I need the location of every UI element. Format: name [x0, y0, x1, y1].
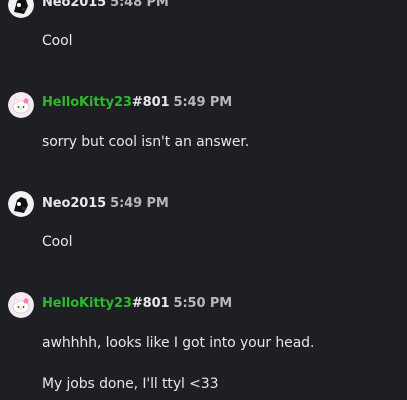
message-author-line: Neo2015 5:49 PM — [42, 196, 169, 211]
message-author-line: HelloKitty23#801 5:49 PM — [42, 95, 232, 110]
message-timestamp: 5:49 PM — [173, 95, 233, 110]
message-timestamp: 5:50 PM — [173, 296, 233, 311]
hellokitty-avatar-icon[interactable] — [8, 292, 34, 318]
message-text: awhhhh, looks like I got into your head. — [42, 335, 315, 351]
message-text: My jobs done, I'll ttyl <33 — [42, 376, 219, 392]
message-header: Neo2015 5:48 PM — [0, 0, 407, 24]
message-header: HelloKitty23#801 5:50 PM — [0, 287, 407, 323]
neo-avatar-icon[interactable] — [8, 191, 34, 217]
message-text: sorry but cool isn't an answer. — [42, 134, 250, 150]
message-author-line: Neo2015 5:48 PM — [42, 0, 169, 10]
author-username[interactable]: Neo2015 — [42, 196, 106, 211]
message-header: Neo2015 5:49 PM — [0, 187, 407, 223]
author-discriminator: #801 — [131, 95, 170, 110]
author-username[interactable]: HelloKitty23 — [42, 95, 132, 110]
message-timestamp: 5:48 PM — [110, 0, 169, 10]
message-timestamp: 5:49 PM — [110, 196, 169, 211]
message-text: Cool — [42, 234, 73, 250]
hellokitty-avatar-icon[interactable] — [8, 92, 34, 118]
message-header: HelloKitty23#801 5:49 PM — [0, 86, 407, 122]
author-username[interactable]: HelloKitty23 — [42, 296, 132, 311]
message-author-line: HelloKitty23#801 5:50 PM — [42, 296, 232, 311]
author-username[interactable]: Neo2015 — [42, 0, 106, 10]
neo-avatar-icon[interactable] — [8, 0, 34, 18]
author-discriminator: #801 — [131, 296, 170, 311]
message-text: Cool — [42, 33, 73, 49]
